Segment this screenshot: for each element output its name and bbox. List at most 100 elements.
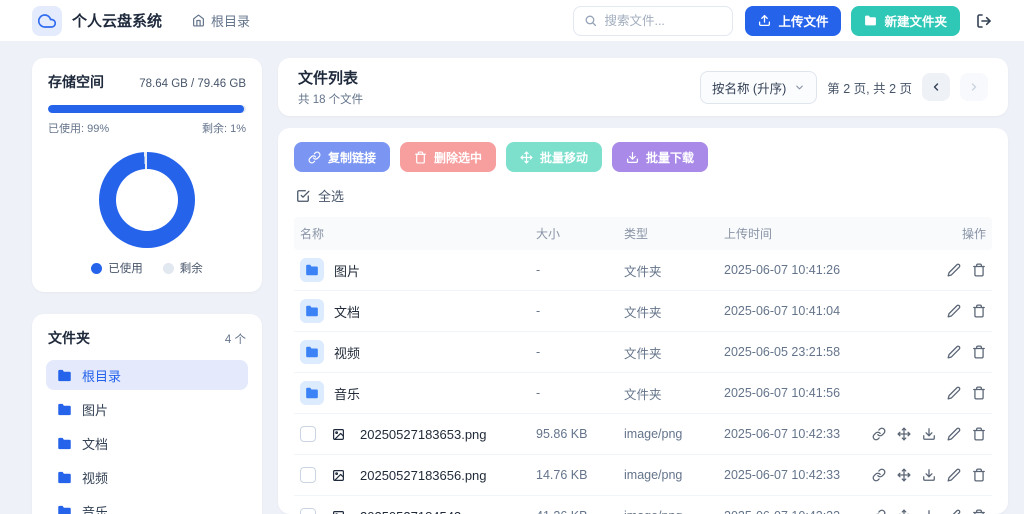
name-cell: 20250527183653.png xyxy=(300,422,536,446)
file-size: 41.26 KB xyxy=(536,509,624,514)
edit-icon[interactable] xyxy=(947,386,961,400)
cloud-logo-icon xyxy=(38,12,56,30)
file-list-card: 复制链接删除选中批量移动批量下载 全选 名称大小类型上传时间操作 图片-文件夹2… xyxy=(278,128,1008,514)
sidebar-folder-item[interactable]: 文档 xyxy=(46,428,248,458)
download-icon[interactable] xyxy=(922,468,936,482)
folder-icon xyxy=(57,470,72,485)
breadcrumb[interactable]: 根目录 xyxy=(192,11,250,30)
link-icon[interactable] xyxy=(872,427,886,441)
select-all-label: 全选 xyxy=(318,186,344,205)
download-icon xyxy=(626,151,639,164)
file-name[interactable]: 20250527183656.png xyxy=(360,468,487,483)
trash-icon xyxy=(414,151,427,164)
edit-icon[interactable] xyxy=(947,345,961,359)
trash-icon[interactable] xyxy=(972,386,986,400)
link-icon[interactable] xyxy=(872,509,886,514)
sidebar-folder-item[interactable]: 视频 xyxy=(46,462,248,492)
row-actions xyxy=(870,263,986,277)
file-type: image/png xyxy=(624,509,724,514)
bulk-button[interactable]: 复制链接 xyxy=(294,142,390,172)
bulk-button[interactable]: 删除选中 xyxy=(400,142,496,172)
upload-file-button[interactable]: 上传文件 xyxy=(745,6,841,36)
move-icon[interactable] xyxy=(897,509,911,514)
sort-select[interactable]: 按名称 (升序) xyxy=(700,71,817,104)
file-size: - xyxy=(536,263,624,277)
row-checkbox[interactable] xyxy=(300,467,316,483)
table-row: 文档-文件夹2025-06-07 10:41:04 xyxy=(294,291,992,332)
storage-donut-chart xyxy=(99,152,195,248)
bulk-button[interactable]: 批量移动 xyxy=(506,142,602,172)
folder-icon xyxy=(300,258,324,282)
file-name[interactable]: 视频 xyxy=(334,343,360,362)
trash-icon[interactable] xyxy=(972,468,986,482)
chevron-down-icon xyxy=(794,82,805,93)
search-input[interactable] xyxy=(604,14,722,28)
next-page-button[interactable] xyxy=(960,73,988,101)
row-checkbox[interactable] xyxy=(300,508,316,514)
legend-dot xyxy=(163,263,174,274)
file-name[interactable]: 图片 xyxy=(334,261,360,280)
storage-progress-bar xyxy=(48,105,246,113)
move-icon[interactable] xyxy=(897,427,911,441)
row-actions xyxy=(870,468,986,482)
upload-time: 2025-06-07 10:41:26 xyxy=(724,263,870,277)
edit-icon[interactable] xyxy=(947,468,961,482)
edit-icon[interactable] xyxy=(947,304,961,318)
logout-button[interactable] xyxy=(976,13,992,29)
trash-icon[interactable] xyxy=(972,304,986,318)
sidebar-folder-item[interactable]: 根目录 xyxy=(46,360,248,390)
trash-icon[interactable] xyxy=(972,509,986,514)
edit-icon[interactable] xyxy=(947,263,961,277)
link-icon[interactable] xyxy=(872,468,886,482)
folder-icon xyxy=(57,402,72,417)
bulk-button[interactable]: 批量下载 xyxy=(612,142,708,172)
row-checkbox[interactable] xyxy=(300,426,316,442)
file-name[interactable]: 文档 xyxy=(334,302,360,321)
table-row: 20250527184543.png 41.26 KBimage/png2025-… xyxy=(294,496,992,514)
file-name[interactable]: 音乐 xyxy=(334,384,360,403)
folder-icon xyxy=(57,368,72,383)
file-name[interactable]: 20250527183653.png xyxy=(360,427,487,442)
upload-button-label: 上传文件 xyxy=(778,11,828,30)
edit-icon[interactable] xyxy=(947,427,961,441)
table-row: 音乐-文件夹2025-06-07 10:41:56 xyxy=(294,373,992,414)
legend-item: 剩余 xyxy=(163,260,203,276)
app-logo xyxy=(32,6,62,36)
new-folder-button[interactable]: 新建文件夹 xyxy=(851,6,960,36)
image-file-icon xyxy=(326,504,350,514)
search-icon xyxy=(584,14,597,27)
folders-card: 文件夹 4 个 根目录图片文档视频音乐 xyxy=(32,314,262,514)
select-all-toggle[interactable]: 全选 xyxy=(294,186,992,205)
file-size: 95.86 KB xyxy=(536,427,624,441)
image-file-icon xyxy=(326,463,350,487)
upload-time: 2025-06-07 10:41:56 xyxy=(724,386,870,400)
upload-time: 2025-06-07 10:42:33 xyxy=(724,509,870,514)
prev-page-button[interactable] xyxy=(922,73,950,101)
trash-icon[interactable] xyxy=(972,263,986,277)
sidebar-folder-item[interactable]: 音乐 xyxy=(46,496,248,514)
file-type: 文件夹 xyxy=(624,302,724,321)
app-title: 个人云盘系统 xyxy=(72,10,162,31)
download-icon[interactable] xyxy=(922,427,936,441)
row-actions xyxy=(870,386,986,400)
table-body: 图片 - 文件夹 2025-06-07 10:41:26 文档-文件夹2025-06-0… xyxy=(294,250,992,514)
column-header: 大小 xyxy=(536,225,624,242)
search-box[interactable] xyxy=(573,6,733,36)
file-name[interactable]: 20250527184543.png xyxy=(360,509,487,514)
legend-label: 剩余 xyxy=(180,260,203,276)
trash-icon[interactable] xyxy=(972,345,986,359)
column-header: 操作 xyxy=(870,225,986,242)
trash-icon[interactable] xyxy=(972,427,986,441)
chevron-right-icon xyxy=(968,81,980,93)
move-icon[interactable] xyxy=(897,468,911,482)
name-cell: 20250527183656.png xyxy=(300,463,536,487)
download-icon[interactable] xyxy=(922,509,936,514)
breadcrumb-label: 根目录 xyxy=(211,11,250,30)
file-list-header: 文件列表 共 18 个文件 按名称 (升序) 第 2 页, 共 2 页 xyxy=(278,58,1008,116)
edit-icon[interactable] xyxy=(947,509,961,514)
sidebar-folder-item[interactable]: 图片 xyxy=(46,394,248,424)
storage-card: 存储空间 78.64 GB / 79.46 GB 已使用: 99% 剩余: 1%… xyxy=(32,58,262,292)
file-type: 文件夹 xyxy=(624,384,724,403)
file-type: image/png xyxy=(624,427,724,441)
table-row: 20250527183653.png95.86 KBimage/png2025-… xyxy=(294,414,992,455)
